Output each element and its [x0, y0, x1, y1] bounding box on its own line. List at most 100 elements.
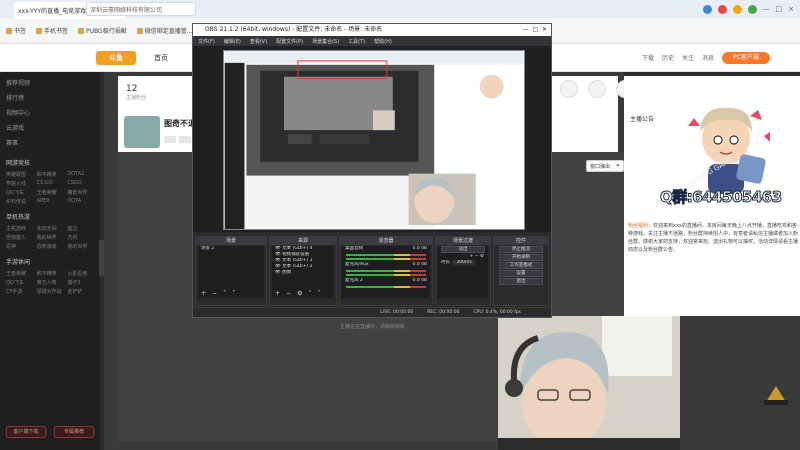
obs-menubar: 文件(F) 编辑(E) 查看(V) 配置文件(P) 场景集合(S) 工具(T) … — [193, 36, 551, 46]
sidebar-category[interactable]: 怪物猎人 — [6, 234, 33, 241]
sidebar-category[interactable]: QQ飞车 — [6, 279, 33, 286]
obs-menu-tools[interactable]: 工具(T) — [348, 38, 365, 45]
move-down-icon[interactable]: ˅ — [317, 290, 320, 297]
header-download-link[interactable]: 下载 — [642, 53, 654, 62]
gift-icon[interactable] — [560, 80, 578, 98]
sidebar-category[interactable]: 炉石传说 — [6, 198, 33, 205]
window-maximize-button[interactable]: □ — [776, 5, 783, 13]
extension-icon[interactable] — [747, 4, 757, 14]
obs-menu-help[interactable]: 帮助(H) — [374, 38, 392, 45]
sidebar-category[interactable]: CSGO — [67, 180, 94, 187]
move-down-icon[interactable]: ˅ — [232, 290, 235, 297]
sidebar-item[interactable]: 推荐视频 — [6, 76, 94, 91]
room-tag[interactable] — [179, 136, 191, 143]
sidebar-category[interactable]: 和平精英 — [37, 270, 64, 277]
mixer-channel: 桌面音频 0.0 dB — [345, 246, 427, 251]
obs-menu-edit[interactable]: 编辑(E) — [224, 38, 241, 45]
sidebar-category[interactable]: 金铲铲 — [67, 288, 94, 295]
studio-mode-button[interactable]: 工作室模式 — [499, 262, 543, 269]
bookmark-item[interactable]: 书签 — [6, 26, 26, 35]
sidebar-category[interactable]: 我的世界 — [67, 243, 94, 250]
sidebar-category[interactable]: 魔兽世界 — [67, 189, 94, 196]
sidebar-category[interactable]: 穿越火线 — [6, 180, 33, 187]
sidebar-category[interactable]: CF手游 — [6, 288, 33, 295]
volume-slider[interactable] — [346, 274, 426, 276]
stop-streaming-button[interactable]: 停止推流 — [499, 246, 543, 253]
sidebar-category[interactable]: 王者荣耀 — [6, 270, 33, 277]
sidebar-item[interactable]: 排行榜 — [6, 91, 94, 106]
obs-controls-dock: 控件 停止推流 开始录制 工作室模式 设置 退出 — [493, 236, 549, 306]
sidebar-item[interactable]: 赛事 — [6, 136, 94, 151]
scene-item[interactable]: 场景 2 — [198, 246, 264, 252]
remove-icon[interactable]: − — [475, 254, 479, 259]
sidebar-category[interactable]: 火影忍者 — [67, 270, 94, 277]
nav-home-link[interactable]: 首页 — [154, 53, 168, 63]
header-history-link[interactable]: 历史 — [662, 53, 674, 62]
sidebar-category[interactable]: 鬼泣 — [67, 225, 94, 232]
sidebar-category[interactable]: CS:GO — [37, 180, 64, 187]
room-tag[interactable] — [164, 136, 176, 143]
gear-icon[interactable]: ⚙ — [297, 290, 302, 297]
window-close-button[interactable]: × — [788, 5, 794, 13]
exit-button[interactable]: 退出 — [499, 278, 543, 285]
extension-icon[interactable] — [702, 4, 712, 14]
gift-row — [560, 80, 634, 98]
recommend-button[interactable]: 专属推荐 — [54, 426, 94, 438]
address-bar[interactable]: 深圳云豪网络科技有限公司 — [86, 2, 196, 16]
client-download-button[interactable]: 客户端下载 — [6, 426, 46, 438]
sidebar-category[interactable]: 和平精英 — [37, 171, 64, 178]
move-up-icon[interactable]: ˄ — [308, 290, 311, 297]
volume-slider[interactable] — [346, 258, 426, 260]
sidebar-category[interactable]: 英雄联盟 — [6, 171, 33, 178]
sidebar-category[interactable]: 方舟 — [67, 234, 94, 241]
sidebar-category[interactable]: 恐怖游戏 — [37, 243, 64, 250]
remove-icon[interactable]: − — [212, 290, 217, 297]
sidebar-category[interactable]: 永劫无间 — [37, 225, 64, 232]
bookmark-item[interactable]: 手机书签 — [36, 26, 68, 35]
header-follow-link[interactable]: 关注 — [682, 53, 694, 62]
add-icon[interactable]: + — [275, 290, 280, 297]
source-item[interactable]: 👁 图像 — [272, 270, 334, 276]
sidebar-category[interactable]: 主机游戏 — [6, 225, 33, 232]
sidebar-category[interactable]: 第五人格 — [37, 279, 64, 286]
transition-select[interactable]: 淡出 — [441, 246, 485, 253]
sidebar-category[interactable]: APEX — [37, 198, 64, 205]
site-logo[interactable]: 斗鱼 — [96, 50, 136, 65]
bookmark-item[interactable]: 微信绑定直播管… — [136, 26, 193, 35]
gear-icon[interactable]: ⚙ — [480, 254, 484, 259]
add-icon[interactable]: + — [470, 254, 474, 259]
obs-menu-profile[interactable]: 配置文件(P) — [276, 38, 303, 45]
sidebar-category[interactable]: QQ飞车 — [6, 189, 33, 196]
extension-icon[interactable] — [717, 4, 727, 14]
sidebar-item[interactable]: 视频中心 — [6, 106, 94, 121]
duration-input[interactable]: 300ms — [453, 260, 475, 265]
sidebar-category[interactable]: 崩坏3 — [67, 279, 94, 286]
sidebar-category[interactable]: 球球大作战 — [37, 288, 64, 295]
gift-icon[interactable] — [588, 80, 606, 98]
pc-client-button[interactable]: PC客户端 — [722, 51, 770, 64]
sidebar-item[interactable]: 云游戏 — [6, 121, 94, 136]
settings-button[interactable]: 设置 — [499, 270, 543, 277]
obs-menu-file[interactable]: 文件(F) — [198, 38, 215, 45]
start-recording-button[interactable]: 开始录制 — [499, 254, 543, 261]
sidebar-category[interactable]: DOTA2 — [67, 171, 94, 178]
sidebar-category[interactable]: 王者荣耀 — [37, 189, 64, 196]
obs-window: OBS 21.1.2 (64bit, windows) - 配置文件: 未命名 … — [192, 23, 552, 318]
remove-icon[interactable]: − — [286, 290, 291, 297]
add-icon[interactable]: + — [201, 290, 206, 297]
move-up-icon[interactable]: ˄ — [223, 290, 226, 297]
obs-menu-scenes[interactable]: 场景集合(S) — [312, 38, 339, 45]
room-avatar[interactable] — [124, 116, 160, 148]
sidebar-category[interactable]: 我的世界 — [37, 234, 64, 241]
close-icon[interactable]: ✕ — [616, 163, 620, 169]
obs-menu-view[interactable]: 查看(V) — [250, 38, 267, 45]
obs-preview-canvas[interactable] — [223, 50, 525, 230]
sidebar-category[interactable]: DOTA — [67, 198, 94, 205]
obs-window-controls[interactable]: — □ ✕ — [523, 24, 547, 36]
sidebar-category[interactable]: 原神 — [6, 243, 33, 250]
extension-icon[interactable] — [732, 4, 742, 14]
header-message-link[interactable]: 消息 — [702, 53, 714, 62]
bookmark-item[interactable]: PUBG极行捐献 — [78, 26, 127, 35]
window-minimize-button[interactable]: — — [763, 5, 770, 13]
popout-button[interactable]: 窗口弹出 ✕ — [586, 160, 624, 172]
